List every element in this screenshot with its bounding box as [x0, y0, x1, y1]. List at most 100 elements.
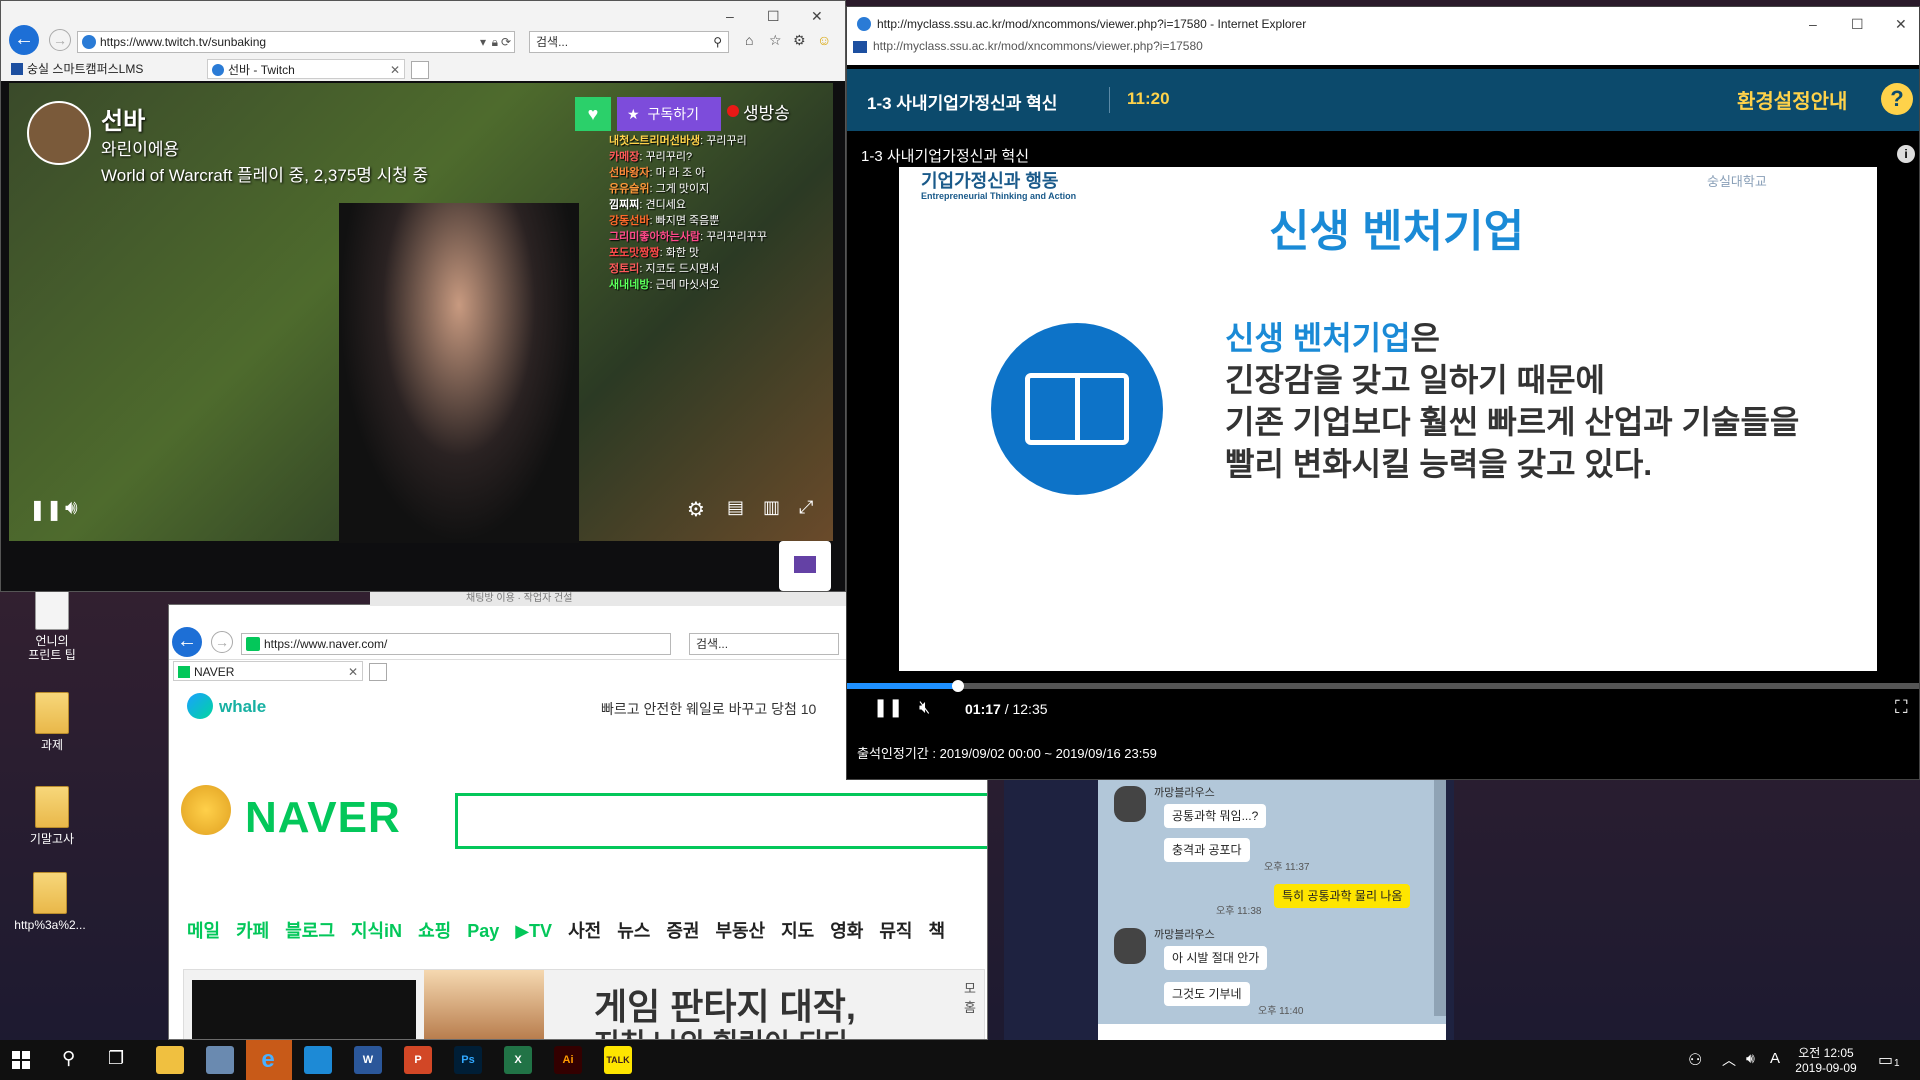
desktop-icon-assignments[interactable]: 과제 [12, 692, 92, 752]
illustrator-icon[interactable]: Ai [554, 1046, 582, 1074]
smiley-icon[interactable]: ☺ [817, 33, 831, 47]
pause-button[interactable]: ❚❚ [873, 697, 903, 718]
clip-icon[interactable]: ▤ [727, 497, 744, 518]
ime-indicator[interactable]: A [1770, 1050, 1780, 1067]
address-bar[interactable]: https://www.twitch.tv/sunbaking ▾ 🔒︎ ⟳ [77, 31, 515, 53]
tab-naver[interactable]: NAVER ✕ [173, 661, 363, 681]
desktop-icon-final-exam[interactable]: 기말고사 [12, 786, 92, 846]
scrollbar[interactable] [1434, 776, 1446, 1016]
subscribe-label: 구독하기 [647, 106, 699, 122]
close-tab-icon[interactable]: ✕ [390, 60, 400, 78]
naver-search-input[interactable] [455, 793, 987, 849]
address-bar[interactable]: https://www.naver.com/ [241, 633, 671, 655]
forward-button[interactable]: → [49, 29, 71, 51]
close-button[interactable]: ✕ [1895, 17, 1907, 31]
fullscreen-icon[interactable]: ⛶ [1895, 697, 1908, 718]
menu-movie[interactable]: 영화 [830, 917, 863, 943]
menu-mail[interactable]: 메일 [187, 917, 220, 943]
menu-shopping[interactable]: 쇼핑 [418, 917, 451, 943]
photoshop-icon[interactable]: Ps [454, 1046, 482, 1074]
task-view-icon[interactable]: ❐ [108, 1048, 124, 1069]
settings-guide-link[interactable]: 환경설정안내 [1737, 85, 1847, 114]
ad-banner[interactable]: 게임 판타지 대작, 지친 나의 힐링이 되다 모 홈 [183, 969, 985, 1039]
kakaotalk-icon[interactable]: TALK [604, 1046, 632, 1074]
info-icon[interactable]: i [1897, 145, 1915, 163]
word-icon[interactable]: W [354, 1046, 382, 1074]
maximize-button[interactable]: ☐ [767, 9, 780, 23]
dropdown-icon[interactable]: ▾ [480, 32, 486, 52]
desktop-icon-print-tips[interactable]: 언니의 프린트 팁 [12, 588, 92, 662]
tab-lms[interactable]: 숭실 스마트캠퍼스LMS [7, 59, 205, 79]
video-progress-track[interactable] [847, 680, 1919, 692]
ad-more-link[interactable]: 모 홈 [964, 978, 984, 1016]
fullscreen-icon[interactable]: ⤢ [799, 497, 813, 518]
desktop-icon-http-folder[interactable]: http%3a%2... [4, 872, 96, 932]
search-box[interactable]: 검색... [689, 633, 839, 655]
address-bar[interactable]: http://myclass.ssu.ac.kr/mod/xncommons/v… [873, 39, 1203, 53]
menu-realestate[interactable]: 부동산 [715, 917, 765, 943]
streamer-avatar[interactable] [27, 101, 91, 165]
back-button[interactable]: ← [172, 627, 202, 657]
video-progress-fill [847, 683, 958, 689]
back-button[interactable]: ← [9, 25, 39, 55]
menu-dictionary[interactable]: 사전 [568, 917, 601, 943]
new-tab-button[interactable] [411, 61, 429, 79]
notification-center-icon[interactable]: ▭ [1878, 1050, 1893, 1070]
video-progress-handle[interactable] [951, 680, 964, 692]
menu-pay[interactable]: Pay [467, 921, 499, 942]
kakao-input-strip[interactable] [1098, 1024, 1446, 1040]
twitch-video-player[interactable]: 선바 와린이에용 World of Warcraft 플레이 중, 2,375명… [9, 83, 833, 543]
menu-map[interactable]: 지도 [781, 917, 814, 943]
gear-icon[interactable]: ⚙ [793, 33, 806, 47]
volume-icon[interactable]: 🔊︎ [1746, 1050, 1755, 1067]
chat-toggle-button[interactable] [779, 541, 831, 591]
help-button[interactable]: ? [1881, 83, 1913, 115]
menu-book[interactable]: 책 [929, 917, 946, 943]
minimize-button[interactable]: – [726, 9, 734, 23]
search-box[interactable]: 검색... ⚲ [529, 31, 729, 53]
whale-promo-text[interactable]: 빠르고 안전한 웨일로 바꾸고 당첨 10 [601, 699, 816, 719]
volume-icon[interactable]: 🔊︎ [65, 497, 78, 520]
maximize-button[interactable]: ☐ [1851, 17, 1864, 31]
favorites-star-icon[interactable]: ☆ [769, 33, 782, 47]
this-pc-icon[interactable] [206, 1046, 234, 1074]
refresh-icon[interactable]: ⟳ [501, 32, 511, 52]
search-icon[interactable]: ⚲ [713, 32, 722, 52]
whale-logo[interactable]: whale [219, 697, 266, 717]
close-button[interactable]: ✕ [811, 9, 823, 23]
menu-kin[interactable]: 지식iN [351, 917, 402, 943]
menu-cafe[interactable]: 카페 [236, 917, 269, 943]
subscribe-button[interactable]: ★ 구독하기 [617, 97, 721, 131]
people-icon[interactable]: ⚇ [1688, 1050, 1702, 1070]
minimize-button[interactable]: – [1809, 17, 1817, 31]
new-tab-button[interactable] [369, 663, 387, 681]
menu-tv[interactable]: ▶TV [515, 921, 552, 942]
forward-button[interactable]: → [211, 631, 233, 653]
menu-news[interactable]: 뉴스 [617, 917, 650, 943]
start-button[interactable] [12, 1051, 30, 1069]
menu-stock[interactable]: 증권 [666, 917, 699, 943]
ad-video-thumbnail[interactable] [192, 980, 416, 1039]
theatre-mode-icon[interactable]: ▥ [763, 497, 780, 518]
home-icon[interactable]: ⌂ [745, 33, 753, 47]
lecture-video-player[interactable]: 1-3 사내기업가정신과 혁신 i 기업가정신과 행동 Entrepreneur… [847, 135, 1919, 679]
lecture-header: 1-3 사내기업가정신과 혁신 11:20 환경설정안내 ? [847, 69, 1919, 131]
pause-button[interactable]: ❚❚ [29, 497, 63, 522]
follow-heart-icon[interactable]: ♥ [575, 97, 611, 131]
ssu-app-icon[interactable] [304, 1046, 332, 1074]
naver-logo[interactable]: NAVER [245, 793, 401, 843]
clock[interactable]: 오전 12:05 2019-09-09 [1794, 1044, 1858, 1075]
file-explorer-icon[interactable] [156, 1046, 184, 1074]
mute-icon[interactable]: 🔇︎ [919, 697, 930, 718]
close-tab-icon[interactable]: ✕ [348, 662, 358, 680]
internet-explorer-icon[interactable]: e [254, 1046, 282, 1074]
settings-gear-icon[interactable]: ⚙ [687, 497, 705, 522]
menu-blog[interactable]: 블로그 [285, 917, 335, 943]
tab-twitch[interactable]: 선바 - Twitch ✕ [207, 59, 405, 79]
excel-icon[interactable]: X [504, 1046, 532, 1074]
chevron-up-icon[interactable]: ︿ [1722, 1050, 1736, 1070]
streamer-name[interactable]: 선바 [101, 101, 145, 136]
search-icon[interactable]: ⚲ [62, 1048, 75, 1069]
powerpoint-icon[interactable]: P [404, 1046, 432, 1074]
menu-music[interactable]: 뮤직 [879, 917, 912, 943]
